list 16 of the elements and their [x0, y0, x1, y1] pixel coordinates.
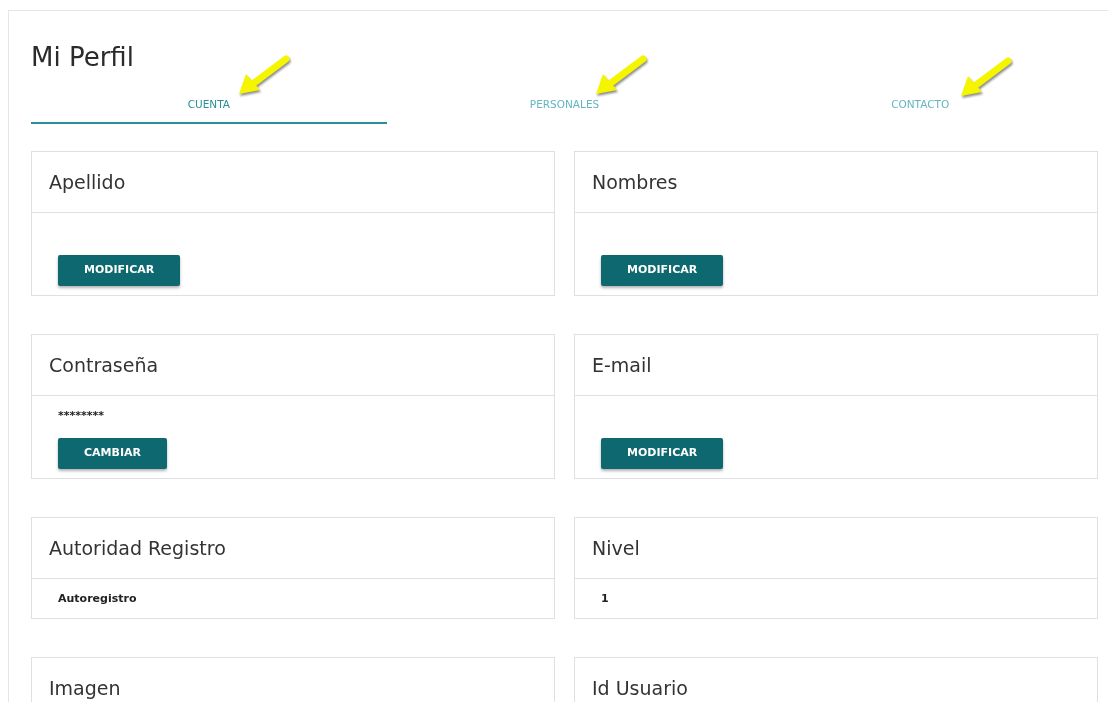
action-button[interactable]: MODIFICAR [601, 438, 724, 469]
field-value: Autoregistro [58, 590, 137, 607]
card-title: Contraseña [49, 352, 159, 378]
action-button[interactable]: MODIFICAR [601, 255, 724, 286]
card-title: Autoridad Registro [49, 535, 226, 561]
card-title: Nivel [592, 535, 640, 561]
action-button[interactable]: CAMBIAR [58, 438, 167, 469]
field-value: 1 [601, 590, 609, 607]
card-title: Imagen [49, 675, 121, 701]
card-title: Nombres [592, 169, 678, 195]
page-title: Mi Perfil [31, 42, 134, 72]
card-title: Apellido [49, 169, 126, 195]
field-value: ******** [58, 407, 105, 424]
card-title: E-mail [592, 352, 652, 378]
card-title: Id Usuario [592, 675, 688, 701]
action-button[interactable]: MODIFICAR [58, 255, 181, 286]
